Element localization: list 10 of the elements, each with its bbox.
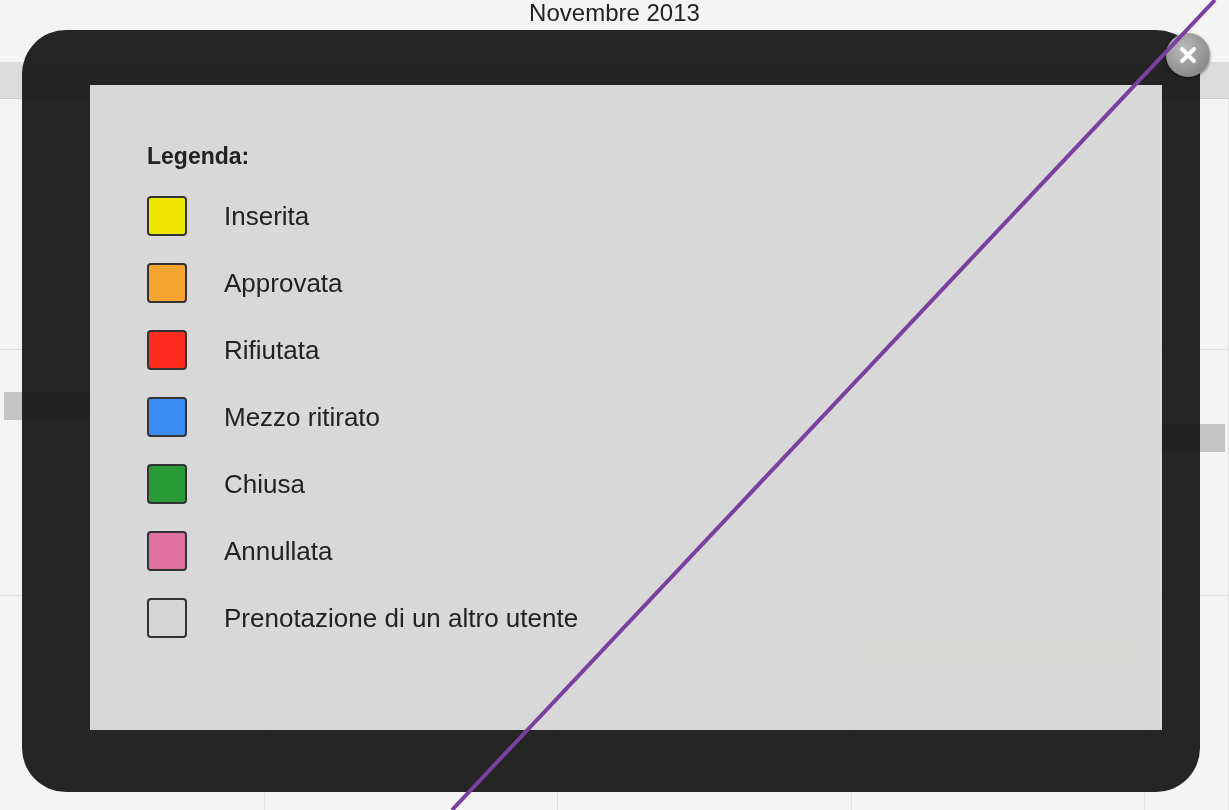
- legend-label: Approvata: [224, 267, 343, 299]
- calendar-title: Novembre 2013: [529, 0, 700, 26]
- legend-label: Chiusa: [224, 468, 305, 500]
- legend-label: Rifiutata: [224, 334, 320, 366]
- legend-label: Prenotazione di un altro utente: [224, 602, 579, 634]
- legend-label: Annullata: [224, 535, 333, 567]
- close-icon: [1179, 46, 1197, 64]
- legend-title: Legenda:: [147, 143, 251, 170]
- legend-label: Mezzo ritirato: [224, 401, 381, 433]
- legend-label: Inserita: [224, 200, 310, 232]
